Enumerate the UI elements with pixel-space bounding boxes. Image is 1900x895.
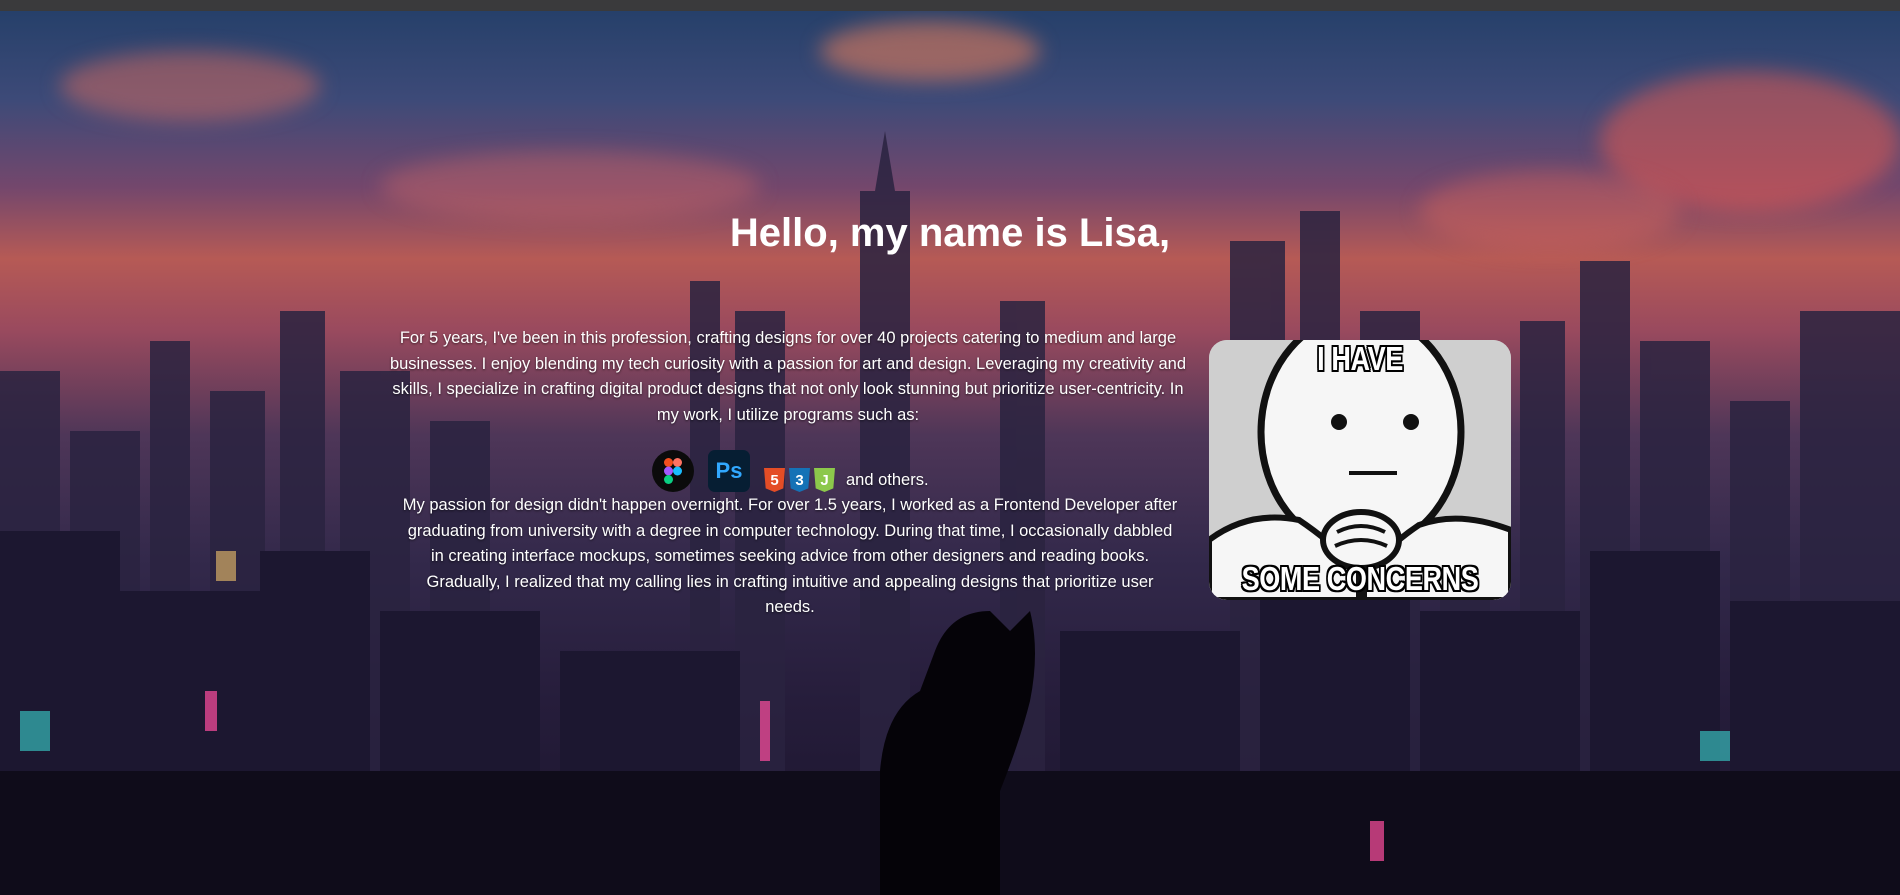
javascript-icon: J xyxy=(814,468,835,492)
css3-icon: 3 xyxy=(789,468,810,492)
about-section: Hello, my name is Lisa, For 5 years, I'v… xyxy=(0,0,1900,895)
figma-icon xyxy=(652,450,694,492)
html-css-js-icons: 5 3 J xyxy=(764,450,836,492)
intro-paragraph: For 5 years, I've been in this professio… xyxy=(389,329,1187,424)
meme-image: I HAVE SOME CONCERNS xyxy=(1209,340,1511,600)
html5-icon: 5 xyxy=(764,468,785,492)
meme-top-text: I HAVE xyxy=(1317,340,1403,377)
photoshop-icon: Ps xyxy=(708,450,750,492)
tools-row: Ps 5 3 J and others. xyxy=(652,450,929,492)
page-title: Hello, my name is Lisa, xyxy=(729,211,1171,255)
tools-suffix: and others. xyxy=(846,471,929,489)
story-paragraph: My passion for design didn't happen over… xyxy=(402,496,1178,616)
browser-top-bar xyxy=(0,0,1900,11)
meme-bottom-text: SOME CONCERNS xyxy=(1241,560,1479,597)
